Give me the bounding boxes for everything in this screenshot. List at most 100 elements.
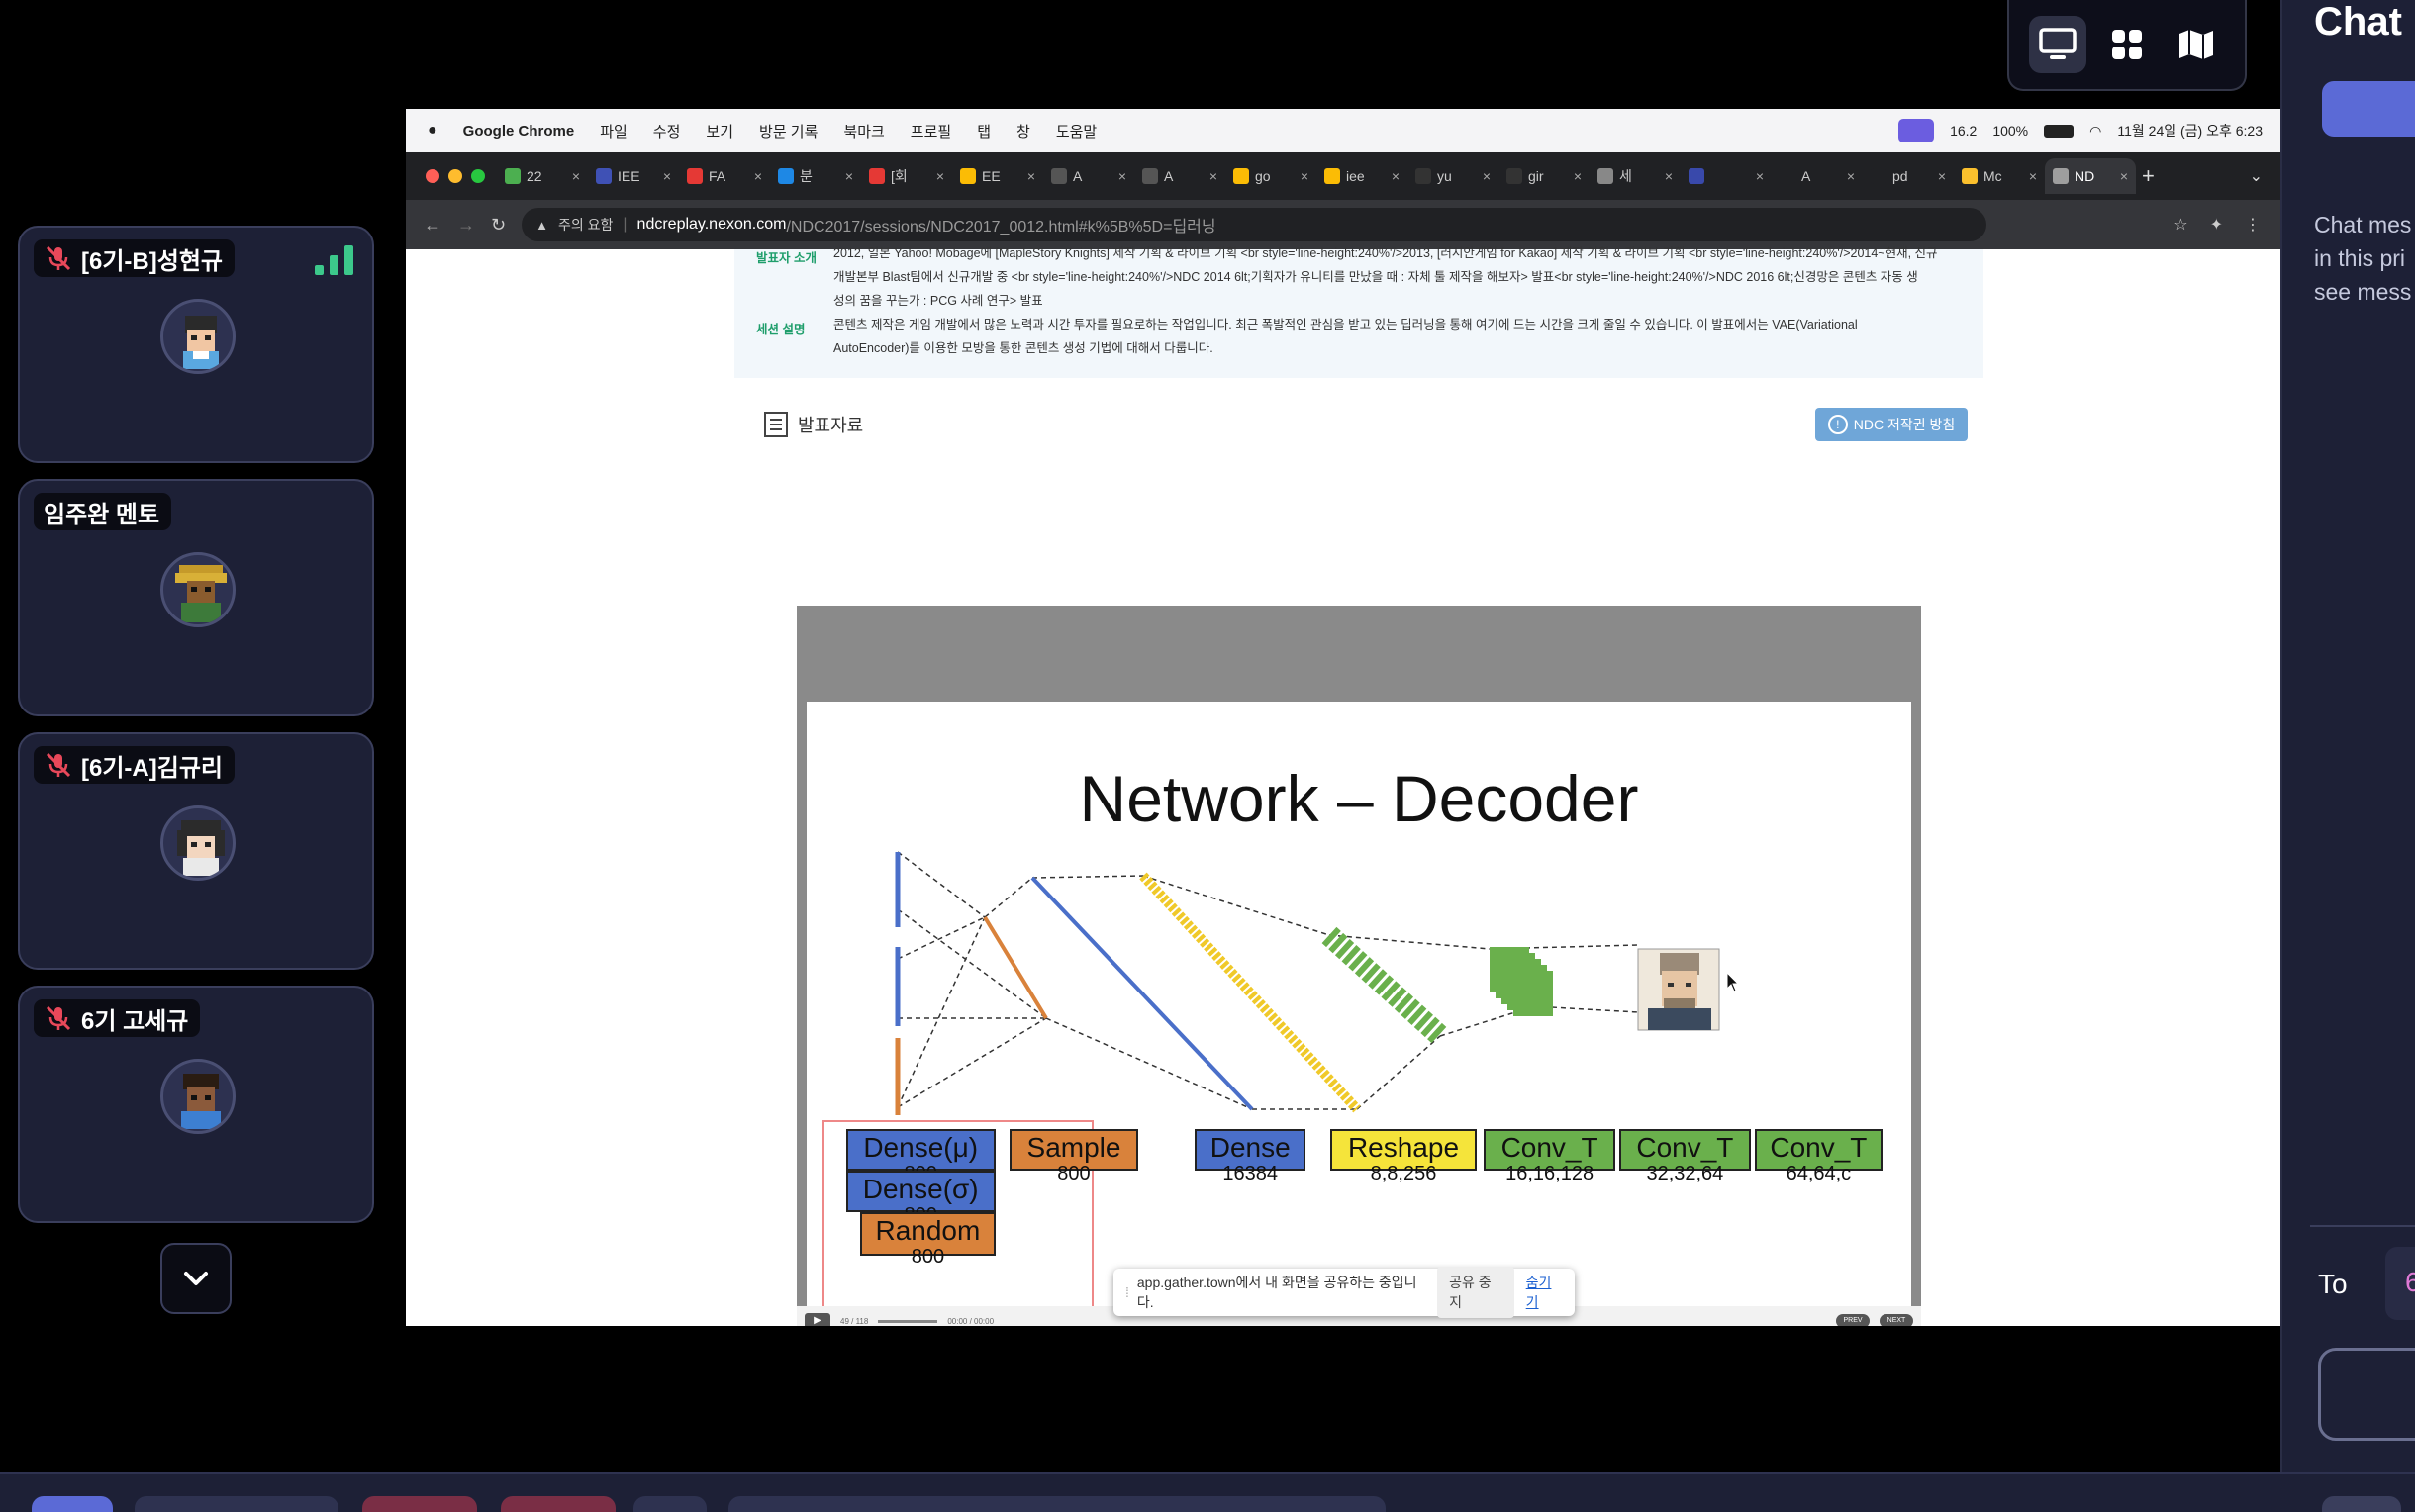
menu-app-name[interactable]: Google Chrome — [463, 123, 575, 140]
next-slide-button[interactable]: NEXT — [1880, 1314, 1913, 1326]
grid-view-icon[interactable] — [2098, 16, 2156, 73]
action-bar[interactable] — [728, 1496, 1386, 1512]
menu-dots-icon[interactable]: ⋮ — [2245, 215, 2261, 235]
browser-tab[interactable]: Mc × — [1954, 158, 2045, 194]
copyright-policy-label: NDC 저작권 방침 — [1853, 417, 1956, 432]
close-tab-icon[interactable]: × — [2120, 168, 2128, 184]
browser-tab[interactable]: 22 × — [497, 158, 588, 194]
browser-tab[interactable]: IEE × — [588, 158, 679, 194]
browser-tab[interactable]: go × — [1225, 158, 1316, 194]
macos-menu-bar: ● Google Chrome 파일 수정 보기 방문 기록 북마크 프로필 탭… — [406, 109, 2280, 152]
minimize-window-icon[interactable] — [448, 169, 462, 183]
close-tab-icon[interactable]: × — [572, 168, 580, 184]
close-tab-icon[interactable]: × — [1118, 168, 1126, 184]
main-menu-button[interactable] — [32, 1496, 113, 1512]
menu-item-file[interactable]: 파일 — [600, 121, 628, 142]
screen-share-view-icon[interactable] — [2029, 16, 2086, 73]
participant-card[interactable]: [6기-B]성현규 — [18, 226, 374, 463]
hide-banner-link[interactable]: 숨기기 — [1526, 1273, 1563, 1312]
close-tab-icon[interactable]: × — [845, 168, 853, 184]
screen-share-status-icon[interactable] — [1898, 119, 1935, 142]
maximize-window-icon[interactable] — [471, 169, 485, 183]
expand-participants-button[interactable] — [160, 1243, 232, 1314]
avatar — [160, 805, 236, 881]
participant-card[interactable]: 6기 고세규 — [18, 986, 374, 1223]
cpu-usage[interactable]: 16.2 — [1950, 123, 1977, 139]
apple-icon[interactable]: ● — [428, 122, 437, 140]
stop-sharing-button[interactable]: 공유 중지 — [1437, 1267, 1514, 1318]
reload-icon[interactable]: ↻ — [491, 215, 506, 236]
map-view-icon[interactable] — [2168, 16, 2225, 73]
battery-percent[interactable]: 100% — [1992, 123, 2028, 139]
menu-item-window[interactable]: 창 — [1016, 121, 1030, 142]
menu-item-bookmarks[interactable]: 북마크 — [843, 121, 884, 142]
browser-tab[interactable]: 세 × — [1590, 158, 1681, 194]
browser-tab[interactable]: EE × — [952, 158, 1043, 194]
participant-card[interactable]: [6기-A]김규리 — [18, 732, 374, 970]
chat-recipient-select[interactable]: 6 — [2385, 1247, 2415, 1320]
menu-item-help[interactable]: 도움말 — [1056, 121, 1097, 142]
close-tab-icon[interactable]: × — [936, 168, 944, 184]
layer-name: Conv_T — [1770, 1132, 1868, 1163]
chat-tab-button[interactable] — [2322, 81, 2415, 137]
session-text-line-2: AutoEncoder)를 이용한 모방을 통한 콘텐츠 생성 기법에 대해서 … — [833, 341, 1213, 355]
screen-share-button[interactable] — [633, 1496, 707, 1512]
close-tab-icon[interactable]: × — [1027, 168, 1035, 184]
microphone-toggle-button[interactable] — [362, 1496, 477, 1512]
close-tab-icon[interactable]: × — [1938, 168, 1946, 184]
tab-favicon-icon — [778, 168, 794, 184]
slide-progress[interactable] — [878, 1319, 938, 1323]
browser-tab[interactable]: A × — [1043, 158, 1134, 194]
camera-toggle-button[interactable] — [501, 1496, 616, 1512]
close-window-icon[interactable] — [426, 169, 439, 183]
close-tab-icon[interactable]: × — [1483, 168, 1491, 184]
close-tab-icon[interactable]: × — [754, 168, 762, 184]
participant-card[interactable]: 임주완 멘토 — [18, 479, 374, 716]
play-icon[interactable]: ▶ — [805, 1313, 830, 1326]
browser-tab[interactable]: yu × — [1407, 158, 1498, 194]
close-tab-icon[interactable]: × — [1392, 168, 1400, 184]
chat-toggle-button[interactable] — [2322, 1496, 2401, 1512]
browser-tab[interactable]: gir × — [1498, 158, 1590, 194]
forward-icon[interactable]: → — [457, 215, 475, 236]
wifi-icon[interactable]: ◠ — [2089, 123, 2101, 140]
security-status: 주의 요함 — [557, 217, 614, 233]
clock[interactable]: 11월 24일 (금) 오후 6:23 — [2117, 121, 2263, 141]
close-tab-icon[interactable]: × — [2029, 168, 2037, 184]
bookmark-star-icon[interactable]: ☆ — [2174, 215, 2187, 235]
chat-message-input[interactable] — [2318, 1348, 2415, 1441]
new-tab-icon[interactable]: + — [2142, 163, 2155, 189]
browser-tab[interactable]: FA × — [679, 158, 770, 194]
browser-tab[interactable]: A × — [1772, 158, 1863, 194]
drag-handle-icon[interactable]: ⁞ — [1125, 1284, 1129, 1300]
browser-tab[interactable]: pd × — [1863, 158, 1954, 194]
browser-tab[interactable]: A × — [1134, 158, 1225, 194]
close-tab-icon[interactable]: × — [1847, 168, 1855, 184]
url-field[interactable]: ▲ 주의 요함 | ndcreplay.nexon.com/NDC2017/se… — [522, 208, 1987, 241]
close-tab-icon[interactable]: × — [1209, 168, 1217, 184]
browser-tab[interactable]: 분 × — [770, 158, 861, 194]
prev-slide-button[interactable]: PREV — [1836, 1314, 1870, 1326]
close-tab-icon[interactable]: × — [1301, 168, 1308, 184]
browser-tab[interactable]: × — [1681, 158, 1772, 194]
menu-item-edit[interactable]: 수정 — [653, 121, 681, 142]
close-tab-icon[interactable]: × — [1574, 168, 1582, 184]
browser-tab[interactable]: [회 × — [861, 158, 952, 194]
menu-item-history[interactable]: 방문 기록 — [759, 121, 818, 142]
tab-search-icon[interactable]: ⌄ — [2250, 166, 2263, 186]
close-tab-icon[interactable]: × — [1665, 168, 1673, 184]
menu-item-view[interactable]: 보기 — [706, 121, 733, 142]
tab-favicon-icon — [2053, 168, 2069, 184]
menu-item-tab[interactable]: 탭 — [977, 121, 991, 142]
extensions-icon[interactable]: ✦ — [2210, 215, 2223, 235]
menu-item-profiles[interactable]: 프로필 — [911, 121, 951, 142]
browser-tab[interactable]: iee × — [1316, 158, 1407, 194]
close-tab-icon[interactable]: × — [1756, 168, 1764, 184]
back-icon[interactable]: ← — [424, 215, 441, 236]
close-tab-icon[interactable]: × — [663, 168, 671, 184]
tab-title: 22 — [527, 168, 542, 184]
browser-tab[interactable]: ND × — [2045, 158, 2136, 194]
avatar-status-button[interactable] — [135, 1496, 338, 1512]
copyright-policy-button[interactable]: ! NDC 저작권 방침 — [1815, 408, 1968, 441]
speaker-label: 발표자 소개 — [756, 251, 817, 265]
